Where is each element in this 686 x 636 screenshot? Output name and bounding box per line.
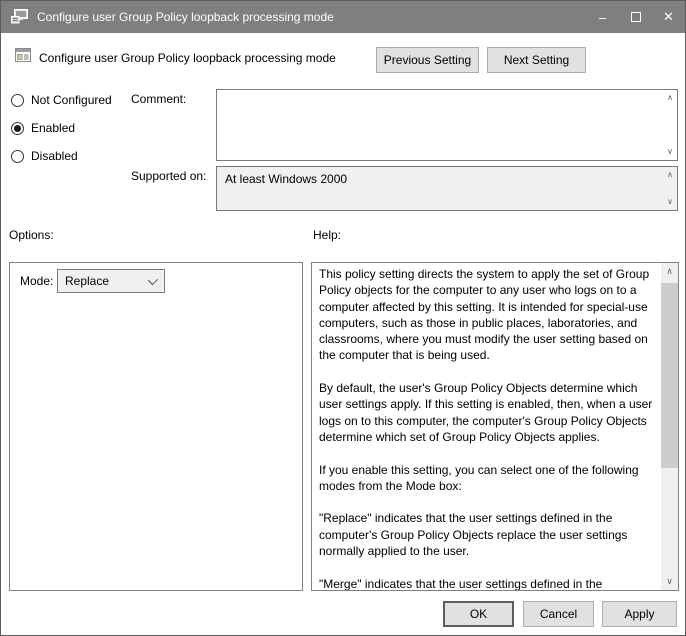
supported-on-field: At least Windows 2000 ∧ ∨ (216, 166, 678, 211)
window-controls: – ✕ (586, 1, 685, 33)
options-panel: Mode: Replace (9, 262, 303, 591)
mode-select[interactable]: Replace (57, 269, 165, 293)
next-setting-button[interactable]: Next Setting (487, 47, 586, 73)
comment-field[interactable]: ∧ ∨ (216, 89, 678, 161)
radio-disabled[interactable]: Disabled (11, 148, 78, 164)
help-section-label: Help: (313, 228, 342, 242)
scroll-down-icon[interactable]: ∨ (667, 198, 673, 206)
help-text: This policy setting directs the system t… (319, 267, 653, 590)
radio-not-configured[interactable]: Not Configured (11, 92, 112, 108)
scroll-down-icon[interactable]: ∨ (661, 573, 678, 590)
supported-on-label: Supported on: (131, 169, 207, 183)
radio-label: Not Configured (31, 93, 112, 107)
comment-label: Comment: (131, 92, 187, 106)
radio-circle (11, 121, 24, 135)
radio-label: Enabled (31, 121, 76, 135)
previous-setting-button[interactable]: Previous Setting (376, 47, 479, 73)
minimize-button[interactable]: – (586, 1, 619, 33)
group-policy-app-icon (11, 9, 28, 24)
setting-icon (15, 48, 31, 62)
help-panel: This policy setting directs the system t… (311, 262, 679, 591)
maximize-button[interactable] (619, 1, 652, 33)
help-scrollbar[interactable]: ∧ ∨ (661, 263, 678, 590)
cancel-button[interactable]: Cancel (523, 601, 594, 627)
supported-on-value: At least Windows 2000 (225, 172, 348, 186)
options-section-label: Options: (9, 228, 54, 242)
radio-circle (11, 149, 24, 163)
mode-label: Mode: (20, 274, 54, 288)
radio-label: Disabled (31, 149, 78, 163)
radio-enabled[interactable]: Enabled (11, 120, 75, 136)
window-title: Configure user Group Policy loopback pro… (37, 10, 334, 24)
scroll-up-icon[interactable]: ∧ (667, 94, 673, 102)
scrollbar-thumb[interactable] (661, 283, 678, 468)
scroll-up-icon[interactable]: ∧ (667, 171, 673, 179)
radio-circle (11, 93, 24, 107)
scroll-down-icon[interactable]: ∨ (667, 148, 673, 156)
close-button[interactable]: ✕ (652, 1, 685, 33)
mode-selected-value: Replace (65, 274, 110, 288)
chevron-down-icon (147, 274, 159, 286)
apply-button[interactable]: Apply (602, 601, 677, 627)
title-bar[interactable]: Configure user Group Policy loopback pro… (1, 1, 685, 33)
group-policy-setting-dialog: Configure user Group Policy loopback pro… (0, 0, 686, 636)
setting-title: Configure user Group Policy loopback pro… (39, 51, 336, 65)
maximize-icon (630, 12, 641, 22)
ok-button[interactable]: OK (443, 601, 514, 627)
scroll-up-icon[interactable]: ∧ (661, 263, 678, 280)
